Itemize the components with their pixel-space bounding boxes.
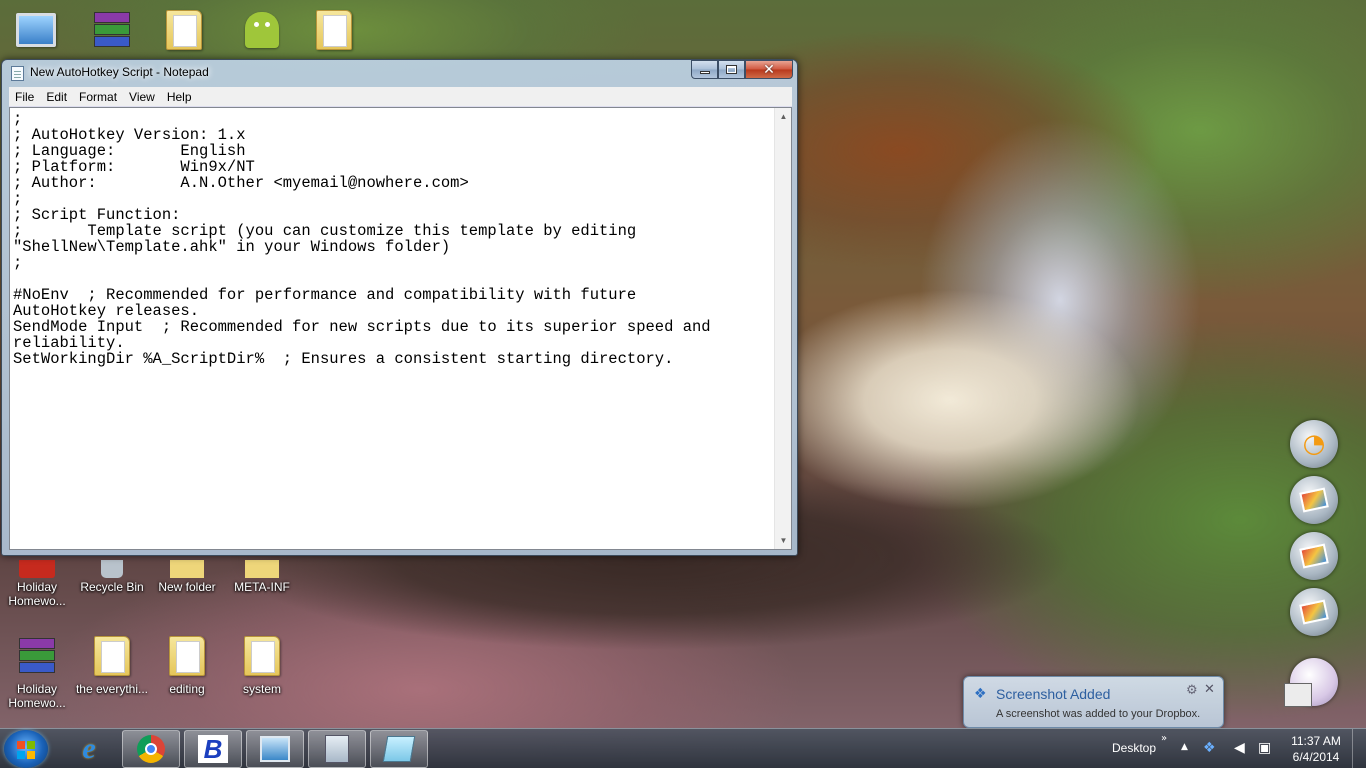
- pdf-icon: [19, 560, 55, 578]
- wifi-icon: ◔: [1302, 429, 1326, 459]
- winrar-icon[interactable]: [88, 6, 136, 54]
- window-title: New AutoHotkey Script - Notepad: [30, 65, 209, 79]
- maximize-button[interactable]: [718, 60, 745, 79]
- start-button[interactable]: [4, 730, 48, 768]
- windows-logo-icon: [27, 751, 35, 759]
- close-icon: ✕: [763, 61, 775, 78]
- menu-view[interactable]: View: [123, 87, 161, 107]
- winrar-icon: [17, 636, 57, 676]
- notepad-window[interactable]: New AutoHotkey Script - Notepad ✕ File E…: [1, 59, 798, 556]
- icon-label: META-INF: [234, 580, 290, 594]
- menu-help[interactable]: Help: [161, 87, 198, 107]
- photo-icon: [1299, 487, 1329, 513]
- folder-icon: [245, 560, 279, 578]
- clock-date: 6/4/2014: [1292, 750, 1340, 764]
- notification-title: Screenshot Added: [996, 686, 1111, 702]
- show-desktop-button[interactable]: [1352, 729, 1366, 768]
- taskbar: e B Desktop » ▲ ❖ ◀ ▣ 11:37 AM 6/4/2014: [0, 728, 1366, 768]
- desktop-icon-system[interactable]: system: [225, 632, 299, 696]
- taskbar-b-app[interactable]: B: [184, 730, 242, 768]
- editor-content[interactable]: ; ; AutoHotkey Version: 1.x ; Language: …: [13, 111, 711, 367]
- windows-logo-icon: [17, 751, 25, 759]
- desktop-icon-meta-inf[interactable]: META-INF: [225, 560, 299, 594]
- remote-desktop-icon: [260, 736, 290, 762]
- taskbar-calculator[interactable]: [308, 730, 366, 768]
- taskbar-chrome[interactable]: [122, 730, 180, 768]
- photo-gadget-3[interactable]: [1290, 588, 1338, 636]
- notepad-app-icon: [11, 66, 24, 81]
- desktop-icon-new-folder[interactable]: New folder: [150, 560, 224, 594]
- computer-icon[interactable]: [12, 6, 60, 54]
- dropbox-tray-icon[interactable]: ❖: [1203, 740, 1216, 756]
- taskbar-internet-explorer[interactable]: e: [60, 730, 118, 768]
- notification-message: A screenshot was added to your Dropbox.: [996, 708, 1201, 720]
- show-hidden-icons-icon[interactable]: ▲: [1181, 742, 1188, 752]
- windows-logo-icon: [17, 741, 25, 749]
- folder-icon: [170, 560, 204, 578]
- vertical-scrollbar[interactable]: ▲ ▼: [774, 108, 791, 549]
- menu-bar: File Edit Format View Help: [9, 87, 792, 107]
- close-icon[interactable]: ✕: [1204, 682, 1215, 697]
- sticky-note-thumbnail[interactable]: [1284, 683, 1312, 707]
- desktop-icon-recycle-bin[interactable]: Recycle Bin: [75, 560, 149, 594]
- maximize-icon: [726, 65, 737, 74]
- photo-icon: [1299, 599, 1329, 625]
- folder-icon: [169, 636, 205, 676]
- minimize-button[interactable]: [691, 60, 718, 79]
- menu-file[interactable]: File: [9, 87, 40, 107]
- wifi-gadget[interactable]: ◔: [1290, 420, 1338, 468]
- taskbar-remote-desktop[interactable]: [246, 730, 304, 768]
- text-editor[interactable]: ; ; AutoHotkey Version: 1.x ; Language: …: [9, 107, 792, 550]
- b-app-icon: B: [198, 734, 228, 764]
- windows-logo-icon: [27, 741, 35, 749]
- icon-label: editing: [169, 682, 205, 696]
- desktop-icon-editing[interactable]: editing: [150, 632, 224, 696]
- scroll-up-icon[interactable]: ▲: [775, 108, 791, 125]
- chrome-icon: [137, 735, 165, 763]
- icon-label: Holiday Homewo...: [8, 682, 66, 710]
- system-clock[interactable]: 11:37 AM 6/4/2014: [1285, 733, 1347, 765]
- photo-icon: [1299, 543, 1329, 569]
- photo-gadget-2[interactable]: [1290, 532, 1338, 580]
- title-bar[interactable]: New AutoHotkey Script - Notepad ✕: [2, 60, 797, 84]
- icon-label: system: [242, 682, 281, 696]
- network-icon[interactable]: ▣: [1258, 740, 1271, 756]
- internet-explorer-icon: e: [82, 732, 96, 765]
- menu-edit[interactable]: Edit: [40, 87, 73, 107]
- gear-icon[interactable]: ⚙: [1186, 683, 1198, 698]
- icon-label: Recycle Bin: [80, 580, 144, 594]
- desktop-icon-the-everything[interactable]: the everythi...: [75, 632, 149, 696]
- scroll-down-icon[interactable]: ▼: [775, 532, 791, 549]
- folder-icon[interactable]: [160, 6, 208, 54]
- folder-icon: [94, 636, 130, 676]
- desktop-icon-holiday-pdf[interactable]: Holiday Homewo...: [0, 560, 74, 608]
- minimize-icon: [699, 71, 710, 74]
- icon-label: Holiday Homewo...: [8, 580, 66, 608]
- icon-label: New folder: [158, 580, 216, 594]
- desktop-icon-holiday-rar[interactable]: Holiday Homewo...: [0, 632, 74, 710]
- dropbox-notification[interactable]: ❖ Screenshot Added A screenshot was adde…: [963, 676, 1224, 728]
- calculator-icon: [325, 735, 349, 763]
- toolbar-chevron-icon[interactable]: »: [1161, 733, 1167, 744]
- desktop-toolbar-label[interactable]: Desktop: [1112, 741, 1156, 755]
- taskbar-notepad[interactable]: [370, 730, 428, 768]
- dropbox-icon: ❖: [974, 686, 987, 702]
- folder-icon: [244, 636, 280, 676]
- notepad-icon: [382, 736, 416, 762]
- android-icon[interactable]: [238, 6, 286, 54]
- recycle-bin-icon: [101, 560, 123, 578]
- folder-docs-icon[interactable]: [310, 6, 358, 54]
- close-button[interactable]: ✕: [745, 60, 793, 79]
- icon-label: the everythi...: [75, 682, 149, 696]
- clock-time: 11:37 AM: [1291, 734, 1341, 748]
- menu-format[interactable]: Format: [73, 87, 123, 107]
- volume-icon[interactable]: ◀: [1234, 740, 1245, 756]
- photo-gadget-1[interactable]: [1290, 476, 1338, 524]
